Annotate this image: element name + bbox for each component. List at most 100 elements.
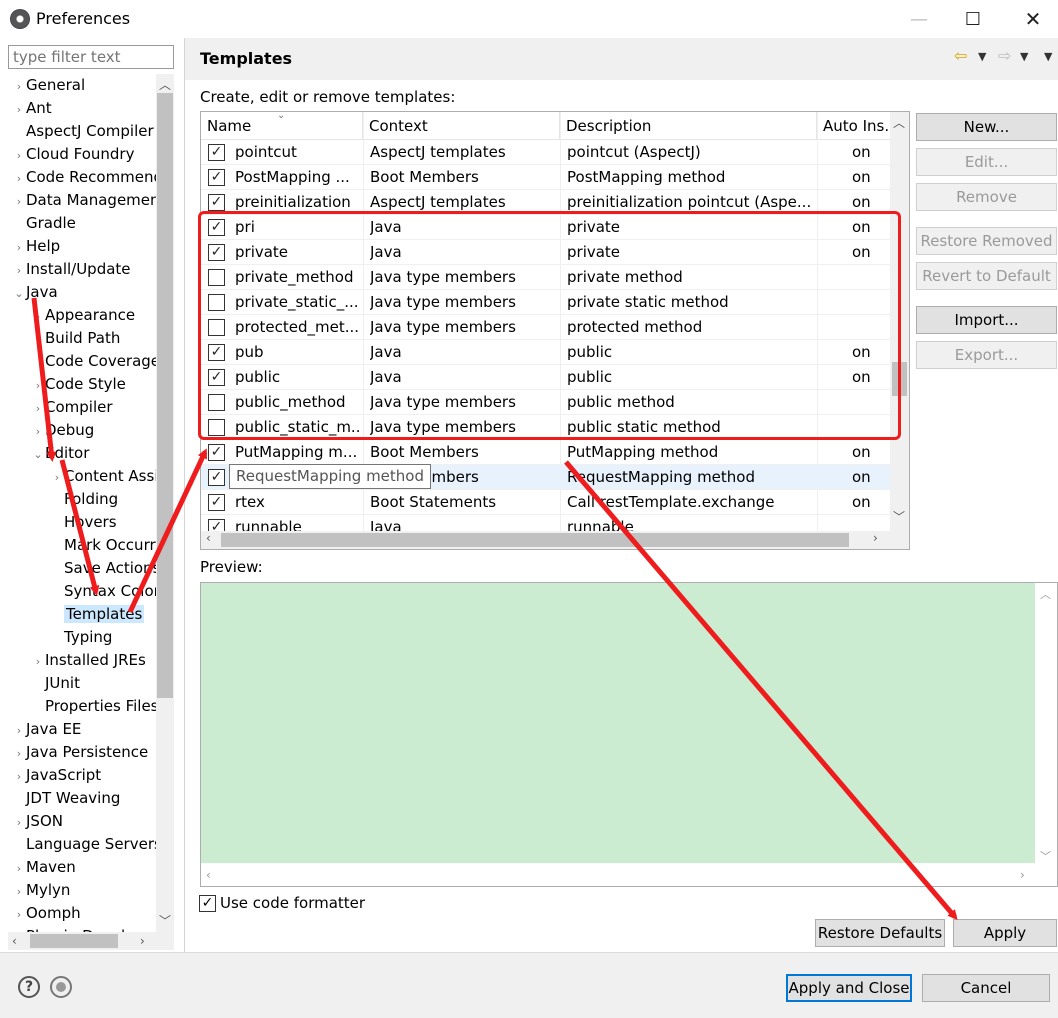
column-context[interactable]: Context bbox=[363, 112, 560, 140]
tree-item[interactable]: › Oomph bbox=[12, 902, 81, 925]
tree-item[interactable]: Save Actions bbox=[50, 557, 156, 580]
tree-item[interactable]: ›Content Assist bbox=[50, 465, 156, 488]
new-button[interactable]: New... bbox=[916, 113, 1057, 141]
tree-item[interactable]: Syntax Coloring bbox=[50, 580, 156, 603]
tree-item[interactable]: › Compiler bbox=[31, 396, 113, 419]
tree-item[interactable]: Mark Occurrences bbox=[50, 534, 156, 557]
tree-item[interactable]: Properties Files Editor bbox=[31, 695, 156, 718]
filter-input[interactable] bbox=[8, 45, 174, 69]
collapsed-chevron-icon[interactable]: › bbox=[31, 650, 45, 673]
tree-item[interactable]: › Mylyn bbox=[12, 879, 71, 903]
collapsed-chevron-icon[interactable]: › bbox=[31, 397, 45, 420]
collapsed-chevron-icon[interactable]: › bbox=[12, 742, 26, 765]
tree-item[interactable]: Hovers bbox=[50, 511, 117, 534]
collapsed-chevron-icon[interactable]: › bbox=[12, 259, 26, 282]
table-scroll-down-icon[interactable]: ﹀ bbox=[893, 508, 905, 525]
tree-item[interactable]: ›Code Recommenders bbox=[12, 166, 156, 189]
column-auto-insert[interactable]: Auto Ins. bbox=[817, 112, 891, 140]
preview-editor[interactable] bbox=[201, 583, 1035, 863]
cancel-button[interactable]: Cancel bbox=[922, 974, 1050, 1002]
tree-item[interactable]: Language Servers bbox=[12, 833, 156, 856]
tree-item[interactable]: › JSON bbox=[12, 810, 63, 833]
collapsed-chevron-icon[interactable]: › bbox=[12, 903, 26, 926]
column-description[interactable]: Description bbox=[560, 112, 817, 140]
close-button[interactable]: ✕ bbox=[1010, 0, 1056, 38]
tree-item[interactable]: › Help bbox=[12, 235, 60, 258]
table-row[interactable]: ✓ PutMapping m... Boot Members PutMapping m… bbox=[201, 440, 891, 465]
scroll-down-icon[interactable]: ﹀ bbox=[159, 912, 171, 929]
collapsed-chevron-icon[interactable]: › bbox=[12, 765, 26, 788]
tree-item[interactable]: › Installed JREs bbox=[31, 649, 146, 672]
apply-and-close-button[interactable]: Apply and Close bbox=[786, 974, 912, 1002]
tree-item[interactable]: Gradle bbox=[12, 212, 76, 235]
export-button[interactable]: Export... bbox=[916, 341, 1057, 369]
tree-item[interactable]: Templates bbox=[50, 603, 145, 626]
table-row[interactable]: ✓ pointcut AspectJ templates pointcut (Aspe… bbox=[201, 140, 891, 165]
back-arrow-icon[interactable]: ⇦ bbox=[954, 46, 967, 65]
help-icon[interactable]: ? bbox=[18, 976, 40, 998]
tree-item[interactable]: ›Plug-in Development bbox=[12, 925, 156, 932]
tree-item[interactable]: ⌄ Java bbox=[12, 281, 57, 305]
tree-item[interactable]: › JavaScript bbox=[12, 764, 101, 787]
table-row[interactable]: ✓ PostMapping ... Boot Members PostMapping … bbox=[201, 165, 891, 190]
preview-scroll-right-icon[interactable]: › bbox=[1020, 868, 1025, 882]
tree-item[interactable]: JDT Weaving bbox=[12, 787, 120, 810]
edit-button[interactable]: Edit... bbox=[916, 148, 1057, 176]
template-enabled-checkbox[interactable]: ✓ bbox=[208, 194, 225, 211]
collapsed-chevron-icon[interactable]: › bbox=[31, 374, 45, 397]
table-scroll-left-icon[interactable]: ‹ bbox=[206, 531, 211, 545]
table-scroll-up-icon[interactable]: ︿ bbox=[893, 114, 905, 131]
collapsed-chevron-icon[interactable]: › bbox=[12, 719, 26, 742]
tree-item[interactable]: › Java EE bbox=[12, 718, 82, 742]
tree-item[interactable]: Code Coverage bbox=[31, 350, 156, 373]
minimize-button[interactable]: — bbox=[896, 0, 942, 38]
import-export-icon[interactable] bbox=[50, 976, 72, 998]
tree-item[interactable]: › Data Management bbox=[12, 189, 156, 212]
tree-item[interactable]: JUnit bbox=[31, 672, 80, 695]
maximize-button[interactable]: ☐ bbox=[950, 0, 996, 38]
preview-scroll-down-icon[interactable]: ﹀ bbox=[1040, 848, 1051, 864]
table-row[interactable]: ✓ rtex Boot Statements Call restTemplate.ex… bbox=[201, 490, 891, 515]
collapsed-chevron-icon[interactable]: › bbox=[12, 236, 26, 259]
collapsed-chevron-icon[interactable]: › bbox=[31, 420, 45, 443]
tree-item[interactable]: › Code Style bbox=[31, 373, 126, 396]
expanded-chevron-icon[interactable]: ⌄ bbox=[31, 443, 45, 466]
template-enabled-checkbox[interactable]: ✓ bbox=[208, 494, 225, 511]
back-dropdown-icon[interactable]: ▼ bbox=[978, 50, 986, 63]
tree-item[interactable]: › Maven bbox=[12, 856, 76, 879]
collapsed-chevron-icon[interactable]: › bbox=[12, 144, 26, 167]
template-enabled-checkbox[interactable]: ✓ bbox=[208, 469, 225, 486]
tree-item[interactable]: ⌄ Editor bbox=[31, 442, 89, 465]
preview-scroll-left-icon[interactable]: ‹ bbox=[206, 868, 211, 882]
template-enabled-checkbox[interactable]: ✓ bbox=[208, 444, 225, 461]
use-code-formatter-checkbox[interactable]: ✓ bbox=[199, 895, 216, 912]
table-scroll-right-icon[interactable]: › bbox=[873, 531, 878, 545]
view-menu-icon[interactable]: ▼ bbox=[1044, 50, 1052, 63]
revert-to-default-button[interactable]: Revert to Default bbox=[916, 262, 1057, 290]
collapsed-chevron-icon[interactable]: › bbox=[31, 305, 45, 328]
tree-hscroll-thumb[interactable] bbox=[30, 934, 118, 948]
collapsed-chevron-icon[interactable]: › bbox=[12, 880, 26, 903]
tree-item[interactable]: Build Path bbox=[31, 327, 120, 350]
tree-item[interactable]: › General bbox=[12, 74, 85, 97]
import-button[interactable]: Import... bbox=[916, 306, 1057, 334]
template-enabled-checkbox[interactable]: ✓ bbox=[208, 169, 225, 186]
tree-item[interactable]: AspectJ Compiler bbox=[12, 120, 154, 143]
forward-dropdown-icon[interactable]: ▼ bbox=[1020, 50, 1028, 63]
scroll-up-icon[interactable]: ︿ bbox=[159, 76, 171, 93]
restore-defaults-button[interactable]: Restore Defaults bbox=[815, 919, 945, 947]
apply-button[interactable]: Apply bbox=[953, 919, 1057, 947]
table-hscroll-thumb[interactable] bbox=[221, 533, 849, 547]
scroll-left-icon[interactable]: ‹ bbox=[12, 934, 17, 948]
tree-item[interactable]: Folding bbox=[50, 488, 118, 511]
tree-item[interactable]: › Cloud Foundry bbox=[12, 143, 135, 167]
remove-button[interactable]: Remove bbox=[916, 183, 1057, 211]
collapsed-chevron-icon[interactable]: › bbox=[12, 190, 26, 213]
tree-item[interactable]: Typing bbox=[50, 626, 112, 649]
expanded-chevron-icon[interactable]: ⌄ bbox=[12, 282, 26, 305]
template-enabled-checkbox[interactable]: ✓ bbox=[208, 144, 225, 161]
tree-item[interactable]: › Debug bbox=[31, 419, 95, 443]
scroll-right-icon[interactable]: › bbox=[140, 934, 145, 948]
collapsed-chevron-icon[interactable]: › bbox=[50, 466, 64, 489]
tree-item[interactable]: › Install/Update bbox=[12, 258, 131, 281]
